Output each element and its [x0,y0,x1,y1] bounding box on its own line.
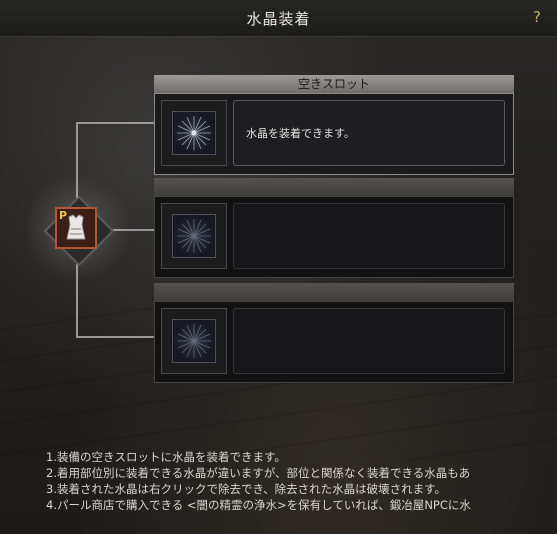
slot-description: 水晶を装着できます。 [246,127,355,140]
crystal-slot-icon [172,214,216,258]
window-titlebar: 水晶装着 ? [0,0,557,37]
armor-icon: P [55,207,97,249]
crystal-slot-icon [172,319,216,363]
connector-line [76,336,154,338]
slot-description-box [233,203,505,269]
connector-line [76,122,154,124]
crystal-slot-frame[interactable] [161,308,227,374]
slot-description-box [233,308,505,374]
slot-header: 空きスロット [154,75,514,93]
help-button[interactable]: ? [533,8,541,26]
crystal-slot-2[interactable] [154,196,514,278]
equipment-slot[interactable]: P [22,174,132,284]
crystal-slot-frame[interactable] [161,203,227,269]
instruction-line: 4.パール商店で購入できる <闇の精霊の浄水>を保有していれば、鍛冶屋NPCに水 [46,498,471,512]
instructions: 1.装備の空きスロットに水晶を装着できます。 2.着用部位別に装着できる水晶が違… [46,449,557,513]
crystal-slot-3[interactable] [154,301,514,383]
instruction-line: 1.装備の空きスロットに水晶を装着できます。 [46,450,286,464]
crystal-slot-frame[interactable] [161,100,227,166]
instruction-line: 3.装着された水晶は右クリックで除去でき、除去された水晶は破壊されます。 [46,482,447,496]
crystal-slot-1[interactable]: 水晶を装着できます。 [154,93,514,175]
slot-description-box: 水晶を装着できます。 [233,100,505,166]
window-title: 水晶装着 [246,10,311,28]
slot-header [154,283,514,301]
slot-header [154,178,514,196]
instruction-line: 2.着用部位別に装着できる水晶が違いますが、部位と関係なく装着できる水晶もあ [46,466,471,480]
crystal-slot-icon [172,111,216,155]
